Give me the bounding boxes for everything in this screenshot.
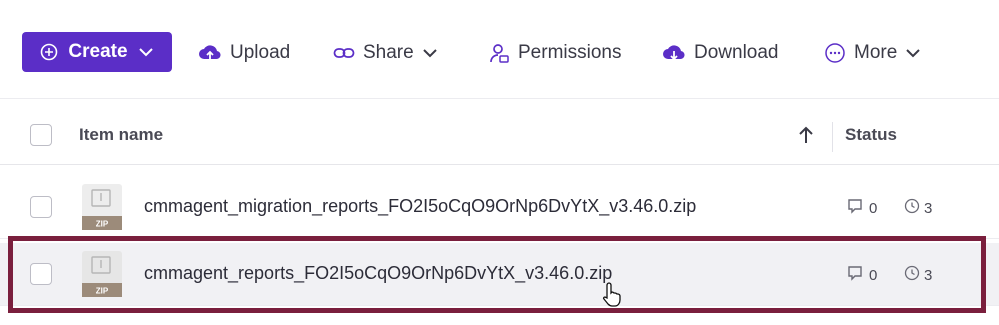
version-count[interactable]: 3 xyxy=(904,198,932,218)
svg-text:ZIP: ZIP xyxy=(96,287,109,296)
comment-icon xyxy=(847,198,865,218)
item-name-header[interactable]: Item name xyxy=(79,125,163,145)
chevron-down-icon xyxy=(422,48,438,58)
permissions-label: Permissions xyxy=(518,42,622,63)
cloud-upload-icon xyxy=(198,43,222,63)
row-checkbox[interactable] xyxy=(30,196,52,218)
version-count[interactable]: 3 xyxy=(904,265,932,285)
create-label: Create xyxy=(68,41,128,62)
create-button[interactable]: Create xyxy=(22,32,172,72)
table-row[interactable]: ZIP cmmagent_reports_FO2I5oCqO9OrNp6DvYt… xyxy=(0,243,999,306)
zip-file-icon: ZIP xyxy=(80,249,124,299)
chevron-down-icon xyxy=(905,48,921,58)
user-lock-icon xyxy=(488,42,510,64)
file-name[interactable]: cmmagent_migration_reports_FO2I5oCqO9OrN… xyxy=(144,196,696,217)
toolbar: Create Upload Share Permissions Download xyxy=(0,0,999,99)
upload-label: Upload xyxy=(230,42,291,63)
clock-icon xyxy=(904,265,920,285)
permissions-button[interactable]: Permissions xyxy=(488,34,621,72)
more-label: More xyxy=(854,42,898,63)
share-button[interactable]: Share xyxy=(333,34,438,72)
table-header: Item name Status xyxy=(0,106,999,165)
version-count-value: 3 xyxy=(924,266,933,284)
clock-icon xyxy=(904,198,920,218)
chevron-down-icon xyxy=(138,47,154,57)
version-count-value: 3 xyxy=(924,199,933,217)
comment-count-value: 0 xyxy=(869,266,878,284)
sort-ascending-icon[interactable] xyxy=(798,126,814,149)
comment-count-value: 0 xyxy=(869,199,878,217)
comment-count[interactable]: 0 xyxy=(847,265,877,285)
cloud-download-icon xyxy=(662,43,686,63)
file-name[interactable]: cmmagent_reports_FO2I5oCqO9OrNp6DvYtX_v3… xyxy=(144,263,612,284)
comment-count[interactable]: 0 xyxy=(847,198,877,218)
select-all-checkbox[interactable] xyxy=(30,124,52,146)
comment-icon xyxy=(847,265,865,285)
upload-button[interactable]: Upload xyxy=(198,34,290,72)
download-label: Download xyxy=(694,42,779,63)
row-checkbox[interactable] xyxy=(30,263,52,285)
link-icon xyxy=(333,46,355,60)
more-button[interactable]: More xyxy=(824,34,921,72)
status-header[interactable]: Status xyxy=(845,125,897,145)
download-button[interactable]: Download xyxy=(662,34,779,72)
column-divider[interactable] xyxy=(832,122,833,152)
svg-text:ZIP: ZIP xyxy=(96,220,109,229)
hand-pointer-cursor-icon xyxy=(602,281,624,312)
more-dots-icon xyxy=(824,42,846,64)
share-label: Share xyxy=(363,42,414,63)
plus-circle-icon xyxy=(40,43,58,61)
table-row[interactable]: ZIP cmmagent_migration_reports_FO2I5oCqO… xyxy=(0,176,999,239)
zip-file-icon: ZIP xyxy=(80,182,124,232)
